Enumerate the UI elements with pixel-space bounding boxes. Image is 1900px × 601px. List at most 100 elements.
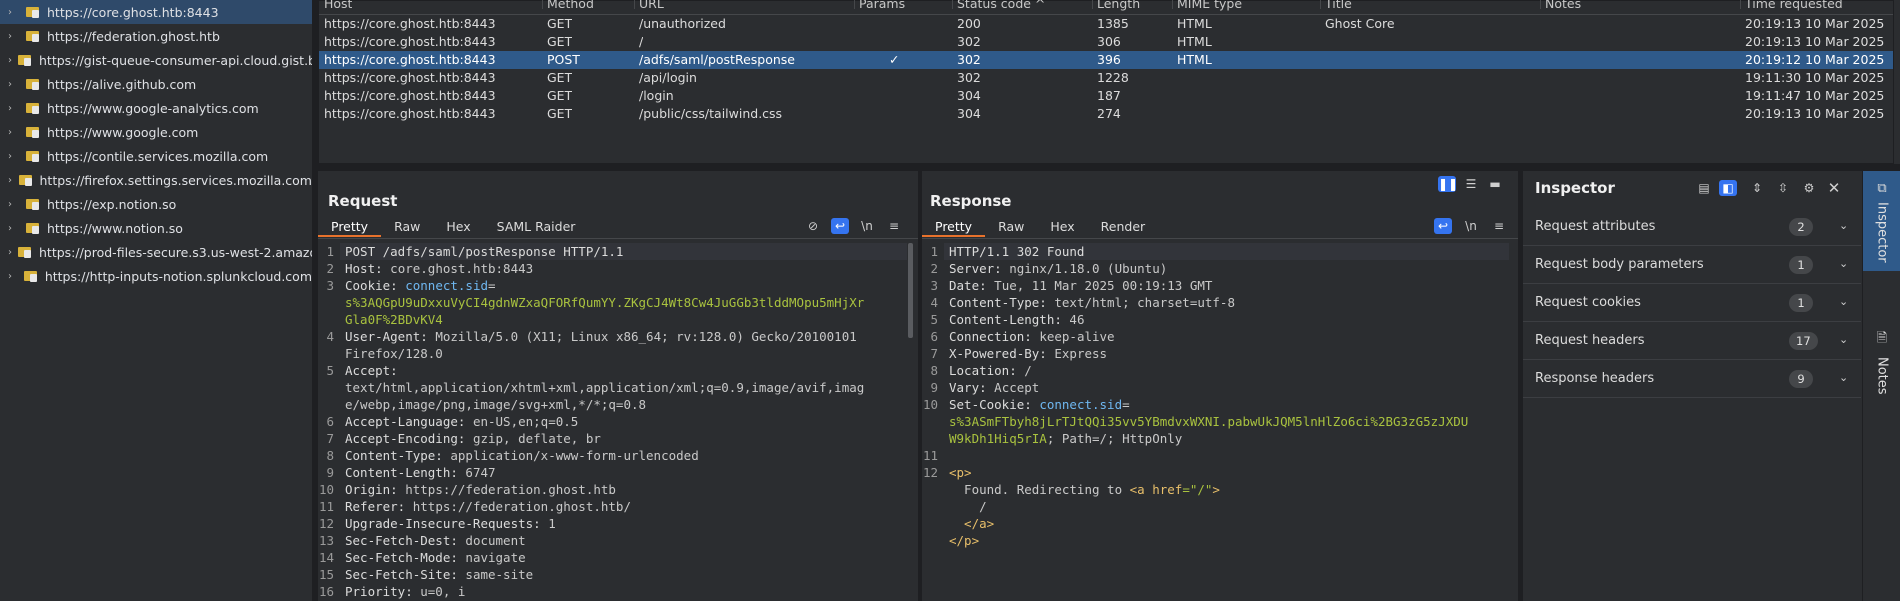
chevron-right-icon[interactable]: › — [8, 127, 20, 138]
inspector-section-request-headers[interactable]: Request headers 17 ⌄ — [1523, 322, 1861, 360]
inspector-section-label: Response headers — [1535, 371, 1655, 386]
request-tab-pretty[interactable]: Pretty — [318, 217, 382, 237]
inspector-settings-gear-icon[interactable]: ⚙ — [1800, 180, 1818, 196]
header-value: Accept — [986, 380, 1040, 395]
response-tab-pretty[interactable]: Pretty — [922, 217, 986, 237]
code-line: Gla0F%2BDvKV4 — [345, 311, 443, 328]
chevron-down-icon[interactable]: ⌄ — [1839, 371, 1848, 384]
response-menu-icon[interactable]: ≡ — [1490, 218, 1508, 234]
request-tab-saml-raider[interactable]: SAML Raider — [484, 217, 589, 237]
site-tree-item[interactable]: › https://firefox.settings.services.mozil… — [0, 168, 312, 192]
chevron-down-icon[interactable]: ⌄ — [1839, 333, 1848, 346]
chevron-right-icon[interactable]: › — [8, 199, 20, 210]
request-tab-raw[interactable]: Raw — [381, 217, 433, 237]
chevron-down-icon[interactable]: ⌄ — [1839, 257, 1848, 270]
code-line: Date: Tue, 11 Mar 2025 00:19:13 GMT — [949, 277, 1212, 294]
table-row[interactable]: https://core.ghost.htb:8443 GET/api/login… — [319, 69, 1893, 87]
chevron-right-icon[interactable]: › — [8, 55, 12, 66]
header-value: 1 — [540, 516, 556, 531]
inspector-split-view-icon[interactable]: ◧ — [1719, 180, 1737, 196]
code-line: </a> — [949, 515, 994, 532]
site-tree-item[interactable]: › https://www.google.com — [0, 120, 312, 144]
layout-tabs-icon[interactable]: ▬ — [1486, 176, 1504, 192]
site-tree-item[interactable]: › https://contile.services.mozilla.com — [0, 144, 312, 168]
line-number: 5 — [930, 312, 938, 327]
chevron-right-icon[interactable]: › — [8, 103, 20, 114]
column-header-title[interactable]: Title — [1325, 0, 1352, 11]
site-tree-item[interactable]: › https://gist-queue-consumer-api.cloud.g… — [0, 48, 312, 72]
column-header-method[interactable]: Method — [547, 0, 594, 11]
column-header-status[interactable]: Status code ^ — [957, 0, 1045, 11]
chevron-right-icon[interactable]: › — [8, 247, 12, 258]
code-line: Sec-Fetch-Site: same-site — [345, 566, 533, 583]
column-header-url[interactable]: URL — [639, 0, 664, 11]
chevron-right-icon[interactable]: › — [8, 151, 20, 162]
cell-method: POST — [547, 52, 580, 67]
site-tree-item[interactable]: › https://prod-files-secure.s3.us-west-2.… — [0, 240, 312, 264]
response-newline-toggle-icon[interactable]: \n — [1462, 218, 1480, 234]
column-header-time[interactable]: Time requested — [1745, 0, 1843, 11]
response-tab-raw[interactable]: Raw — [985, 217, 1037, 237]
collapse-all-icon[interactable]: ⇳ — [1774, 180, 1792, 196]
inspector-section-request-body-parameters[interactable]: Request body parameters 1 ⌄ — [1523, 246, 1861, 284]
column-header-length[interactable]: Length — [1097, 0, 1140, 11]
request-tab-hex[interactable]: Hex — [433, 217, 483, 237]
chevron-right-icon[interactable]: › — [8, 7, 20, 18]
inspector-section-request-attributes[interactable]: Request attributes 2 ⌄ — [1523, 208, 1861, 246]
inspector-section-response-headers[interactable]: Response headers 9 ⌄ — [1523, 360, 1861, 398]
response-wrap-lines-icon[interactable]: ↩ — [1434, 218, 1452, 234]
chevron-right-icon[interactable]: › — [8, 79, 20, 90]
request-editor[interactable]: 1 2 3 4 5 6 7 8 9 10 11 12 13 14 15 16 POST /adfs/saml/… — [318, 243, 918, 601]
expand-all-icon[interactable]: ⇕ — [1748, 180, 1766, 196]
column-header-params[interactable]: Params — [859, 0, 905, 11]
cell-length: 1385 — [1097, 16, 1129, 31]
cell-host: https://core.ghost.htb:8443 — [324, 52, 496, 67]
site-tree-item[interactable]: › https://exp.notion.so — [0, 192, 312, 216]
inspector-section-request-cookies[interactable]: Request cookies 1 ⌄ — [1523, 284, 1861, 322]
table-row[interactable]: https://core.ghost.htb:8443 GET/login 304 1… — [319, 87, 1893, 105]
chevron-right-icon[interactable]: › — [8, 175, 13, 186]
table-row[interactable]: https://core.ghost.htb:8443 GET/public/cs… — [319, 105, 1893, 123]
table-row[interactable]: https://core.ghost.htb:8443 GET / 302 306 HTM… — [319, 33, 1893, 51]
newline-toggle-icon[interactable]: \n — [858, 218, 876, 234]
request-scrollbar[interactable] — [908, 243, 913, 338]
chevron-right-icon[interactable]: › — [8, 31, 20, 42]
site-tree-item[interactable]: › https://alive.github.com — [0, 72, 312, 96]
response-editor[interactable]: 1 2 3 4 5 6 7 8 9 10 11 12 HTTP/1.1 302 Found Server… — [922, 243, 1518, 601]
cell-host: https://core.ghost.htb:8443 — [324, 70, 496, 85]
table-row[interactable]: https://core.ghost.htb:8443 POST/adfs/sam… — [319, 51, 1893, 69]
code-line: Location: / — [949, 362, 1032, 379]
column-header-notes[interactable]: Notes — [1545, 0, 1581, 11]
header-name: Sec-Fetch-Site: — [345, 567, 458, 582]
chevron-down-icon[interactable]: ⌄ — [1839, 295, 1848, 308]
folder-lock-icon — [18, 245, 32, 259]
table-row[interactable]: https://core.ghost.htb:8443 GET/unauthori… — [319, 15, 1893, 33]
site-tree-item[interactable]: › https://www.google-analytics.com — [0, 96, 312, 120]
inspector-list-view-icon[interactable]: ▤ — [1695, 180, 1713, 196]
side-tab-notes[interactable]: 🗎 Notes — [1863, 321, 1900, 401]
site-tree-item[interactable]: › https://www.notion.so — [0, 216, 312, 240]
site-tree-item[interactable]: › https://http-inputs-notion.splunkcloud.… — [0, 264, 312, 288]
code-line: Firefox/128.0 — [345, 345, 443, 362]
site-tree-item[interactable]: › https://federation.ghost.htb — [0, 24, 312, 48]
hide-nonprintable-icon[interactable]: ⊘ — [804, 218, 822, 234]
side-tab-notes-label: Notes — [1874, 357, 1890, 395]
header-value: u=0, i — [412, 584, 466, 599]
chevron-right-icon[interactable]: › — [8, 271, 18, 282]
layout-side-by-side-icon[interactable]: ❚❚ — [1438, 176, 1458, 192]
wrap-lines-icon[interactable]: ↩ — [831, 218, 849, 234]
site-tree-item[interactable]: › https://core.ghost.htb:8443 — [0, 0, 312, 24]
response-tab-render[interactable]: Render — [1088, 217, 1159, 237]
header-name: Accept-Encoding: — [345, 431, 466, 446]
chevron-right-icon[interactable]: › — [8, 223, 20, 234]
column-header-host[interactable]: Host — [324, 0, 352, 11]
request-menu-icon[interactable]: ≡ — [885, 218, 903, 234]
header-name: Server: — [949, 261, 1002, 276]
chevron-down-icon[interactable]: ⌄ — [1839, 219, 1848, 232]
cell-host: https://core.ghost.htb:8443 — [324, 34, 496, 49]
response-tab-hex[interactable]: Hex — [1037, 217, 1087, 237]
inspector-close-icon[interactable]: ✕ — [1825, 180, 1843, 196]
side-tab-inspector[interactable]: ⧉ Inspector — [1863, 171, 1900, 271]
column-header-mime[interactable]: MIME type — [1177, 0, 1242, 11]
layout-stacked-icon[interactable]: ☰ — [1462, 176, 1480, 192]
